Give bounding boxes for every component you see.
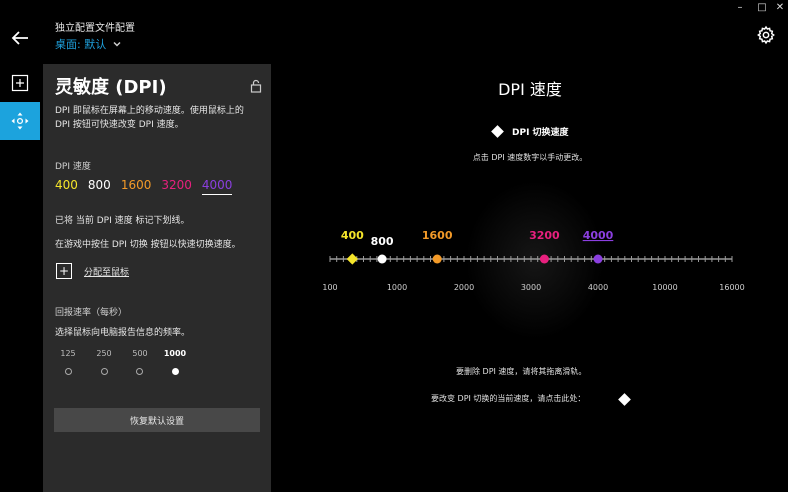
axis-tick-label: 4000	[588, 283, 608, 292]
dpi-marker-3200[interactable]	[539, 254, 549, 264]
dpi-label-400[interactable]: 400	[341, 229, 364, 242]
dpi-slider[interactable]: 100 1000 2000 3000 4000 10000 16000 400 800 1600 3…	[0, 0, 788, 492]
axis-tick-label: 2000	[454, 283, 474, 292]
delete-note: 要删除 DPI 速度，请将其拖离滑轨。	[456, 367, 587, 376]
axis-tick-label: 16000	[719, 283, 744, 292]
dpi-marker-400[interactable]	[346, 253, 358, 265]
axis-tick-label: 1000	[387, 283, 407, 292]
dpi-marker-4000[interactable]	[593, 254, 603, 264]
dpi-label-4000[interactable]: 4000	[583, 229, 614, 242]
dpi-label-3200[interactable]: 3200	[529, 229, 560, 242]
axis-tick-label: 10000	[652, 283, 677, 292]
axis-tick-label: 100	[322, 283, 337, 292]
dpi-label-800[interactable]: 800	[371, 235, 394, 248]
dpi-label-1600[interactable]: 1600	[422, 229, 453, 242]
change-shift-note: 要改变 DPI 切换的当前速度，请点击此处：	[431, 394, 586, 403]
dpi-marker-1600[interactable]	[432, 254, 442, 264]
axis-tick-label: 3000	[521, 283, 541, 292]
dpi-marker-800[interactable]	[377, 254, 387, 264]
